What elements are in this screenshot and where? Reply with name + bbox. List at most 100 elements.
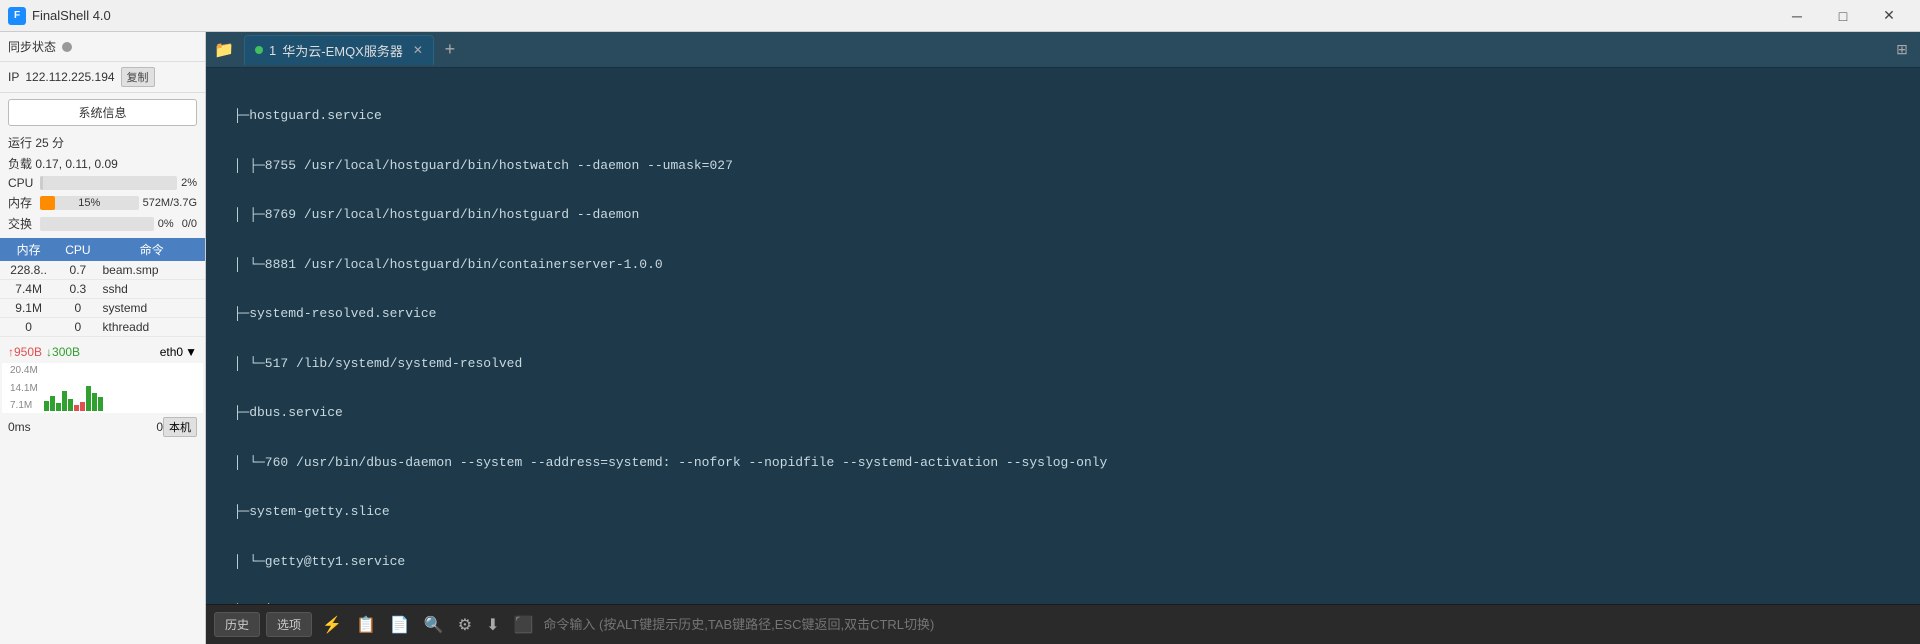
ping-row: 0ms 0 本机 bbox=[0, 415, 205, 439]
terminal-line-2: │ ├─8755 /usr/local/hostguard/bin/hostwa… bbox=[218, 156, 1908, 176]
ping-value: 0ms bbox=[8, 420, 156, 434]
mem-meter-row: 内存 15% 572M/3.7G bbox=[0, 192, 205, 213]
copy-ip-button[interactable]: 复制 bbox=[121, 67, 155, 87]
net-bar-col bbox=[62, 391, 67, 411]
tab-status-dot bbox=[255, 46, 263, 54]
command-input[interactable] bbox=[543, 617, 1912, 632]
terminal-tab-1[interactable]: 1 华为云-EMQX服务器 ✕ bbox=[244, 35, 434, 65]
sync-status-row: 同步状态 bbox=[0, 32, 205, 62]
proc4-mem: 0 bbox=[4, 320, 53, 334]
net-graph-val-3: 7.1M bbox=[10, 400, 40, 411]
tab-label: 华为云-EMQX服务器 bbox=[282, 41, 403, 60]
net-bar-col-up bbox=[74, 405, 79, 411]
terminal-line-10: │ └─getty@tty1.service bbox=[218, 552, 1908, 572]
swap-value: 0% bbox=[158, 218, 174, 230]
net-iface-label: eth0 bbox=[160, 345, 183, 359]
search-icon[interactable]: 🔍 bbox=[420, 613, 448, 637]
proc3-mem: 9.1M bbox=[4, 301, 53, 315]
ip-label: IP bbox=[8, 70, 19, 84]
options-button[interactable]: 选项 bbox=[266, 612, 312, 637]
settings-icon[interactable]: ⚙ bbox=[454, 613, 476, 637]
lightning-icon[interactable]: ⚡ bbox=[318, 613, 346, 637]
process-row-3: 9.1M 0 systemd bbox=[0, 299, 205, 318]
net-bar-col bbox=[98, 397, 103, 411]
minimize-button[interactable]: ─ bbox=[1774, 0, 1820, 32]
load-row: 负载 0.17, 0.11, 0.09 bbox=[0, 153, 205, 174]
process-table-header: 内存 CPU 命令 bbox=[0, 238, 205, 261]
net-iface: eth0 ▼ bbox=[160, 345, 197, 359]
proc4-cpu: 0 bbox=[53, 320, 102, 334]
proc1-mem: 228.8.. bbox=[4, 263, 53, 277]
cpu-label: CPU bbox=[8, 176, 36, 190]
terminal-line-9: ├─system-getty.slice bbox=[218, 502, 1908, 522]
terminal-line-3: │ ├─8769 /usr/local/hostguard/bin/hostgu… bbox=[218, 205, 1908, 225]
download-icon[interactable]: ⬇ bbox=[482, 613, 503, 637]
sysinfo-button[interactable]: 系统信息 bbox=[8, 99, 197, 126]
net-bar-col bbox=[50, 396, 55, 411]
close-button[interactable]: ✕ bbox=[1866, 0, 1912, 32]
proc3-cpu: 0 bbox=[53, 301, 102, 315]
sync-dot bbox=[62, 42, 72, 52]
cpu-bar-wrap bbox=[40, 176, 177, 190]
terminal-line-1: ├─hostguard.service bbox=[218, 106, 1908, 126]
proc3-cmd: systemd bbox=[103, 301, 202, 315]
proc1-cmd: beam.smp bbox=[103, 263, 202, 277]
terminal-line-4: │ └─8881 /usr/local/hostguard/bin/contai… bbox=[218, 255, 1908, 275]
runtime-row: 运行 25 分 bbox=[0, 132, 205, 153]
terminal-line-6: │ └─517 /lib/systemd/systemd-resolved bbox=[218, 354, 1908, 374]
net-dropdown-icon[interactable]: ▼ bbox=[185, 345, 197, 359]
tab-right-controls: ⊞ bbox=[1888, 36, 1916, 64]
terminal-icon[interactable]: ⬛ bbox=[509, 613, 537, 637]
terminal-area: 📁 1 华为云-EMQX服务器 ✕ + ⊞ ├─hostguard.servic… bbox=[206, 32, 1920, 644]
history-button[interactable]: 历史 bbox=[214, 612, 260, 637]
input-bar: 历史 选项 ⚡ 📋 📄 🔍 ⚙ ⬇ ⬛ bbox=[206, 604, 1920, 644]
new-tab-button[interactable]: + bbox=[436, 36, 464, 64]
ping-zero: 0 bbox=[156, 420, 163, 434]
net-bar-col bbox=[56, 403, 61, 411]
paste-icon[interactable]: 📄 bbox=[386, 613, 414, 637]
col-mem-header: 内存 bbox=[4, 241, 53, 258]
mem-label: 内存 bbox=[8, 194, 36, 211]
net-stats-row: ↑950B ↓300B eth0 ▼ bbox=[0, 341, 205, 363]
host-button[interactable]: 本机 bbox=[163, 417, 197, 437]
tab-close-icon[interactable]: ✕ bbox=[413, 43, 423, 57]
terminal-line-7: ├─dbus.service bbox=[218, 403, 1908, 423]
app-title: FinalShell 4.0 bbox=[32, 8, 1774, 23]
proc2-cmd: sshd bbox=[103, 282, 202, 296]
maximize-button[interactable]: □ bbox=[1820, 0, 1866, 32]
net-bar-col-up bbox=[80, 402, 85, 411]
mem-percent-label: 15% bbox=[40, 196, 139, 210]
terminal-output[interactable]: ├─hostguard.service │ ├─8755 /usr/local/… bbox=[206, 68, 1920, 604]
terminal-line-8: │ └─760 /usr/bin/dbus-daemon --system --… bbox=[218, 453, 1908, 473]
folder-icon[interactable]: 📁 bbox=[210, 36, 238, 64]
tab-index: 1 bbox=[269, 43, 276, 58]
copy-icon[interactable]: 📋 bbox=[352, 613, 380, 637]
cpu-value: 2% bbox=[181, 177, 197, 189]
net-bar-col bbox=[86, 386, 91, 411]
cpu-bar bbox=[40, 176, 43, 190]
mem-bar-wrap: 15% bbox=[40, 196, 139, 210]
swap-meter-row: 交换 0% 0/0 bbox=[0, 213, 205, 234]
proc2-mem: 7.4M bbox=[4, 282, 53, 296]
sync-label: 同步状态 bbox=[8, 38, 56, 55]
net-bar-col bbox=[92, 393, 97, 411]
app-icon: F bbox=[8, 7, 26, 25]
net-graph-val-2: 14.1M bbox=[10, 383, 40, 394]
net-download: ↓300B bbox=[46, 345, 80, 359]
proc2-cpu: 0.3 bbox=[53, 282, 102, 296]
grid-layout-icon[interactable]: ⊞ bbox=[1888, 36, 1916, 64]
titlebar: F FinalShell 4.0 ─ □ ✕ bbox=[0, 0, 1920, 32]
process-row-1: 228.8.. 0.7 beam.smp bbox=[0, 261, 205, 280]
proc4-cmd: kthreadd bbox=[103, 320, 202, 334]
net-upload: ↑950B bbox=[8, 345, 42, 359]
main-content: 同步状态 IP 122.112.225.194 复制 系统信息 运行 25 分 … bbox=[0, 32, 1920, 644]
ip-value: 122.112.225.194 bbox=[25, 70, 114, 84]
ip-row: IP 122.112.225.194 复制 bbox=[0, 62, 205, 93]
cpu-meter-row: CPU 2% bbox=[0, 174, 205, 192]
net-bar-col bbox=[68, 399, 73, 411]
net-graph: 20.4M 14.1M 7.1M bbox=[2, 363, 203, 413]
net-bar-col bbox=[44, 401, 49, 411]
col-cmd-header: 命令 bbox=[103, 241, 202, 258]
swap-right: 0/0 bbox=[182, 218, 197, 230]
sidebar: 同步状态 IP 122.112.225.194 复制 系统信息 运行 25 分 … bbox=[0, 32, 206, 644]
